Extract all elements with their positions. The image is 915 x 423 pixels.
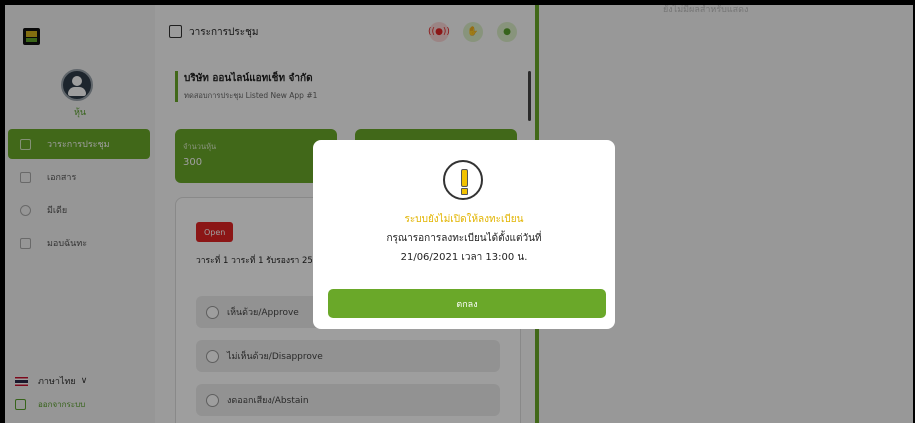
ok-button[interactable]: ตกลง — [328, 289, 606, 318]
dialog-datetime: 21/06/2021 เวลา 13:00 น. — [400, 252, 528, 263]
app-window: หุ้น วาระการประชุม เอกสาร มีเดีย มอบฉันท… — [5, 5, 913, 423]
warning-icon — [443, 160, 483, 200]
dialog-title: ระบบยังไม่เปิดให้ลงทะเบียน — [404, 214, 524, 225]
registration-closed-dialog: ระบบยังไม่เปิดให้ลงทะเบียน กรุณารอการลงท… — [313, 140, 615, 329]
dialog-message: กรุณารอการลงทะเบียนได้ตั้งแต่วันที่ — [386, 233, 542, 244]
